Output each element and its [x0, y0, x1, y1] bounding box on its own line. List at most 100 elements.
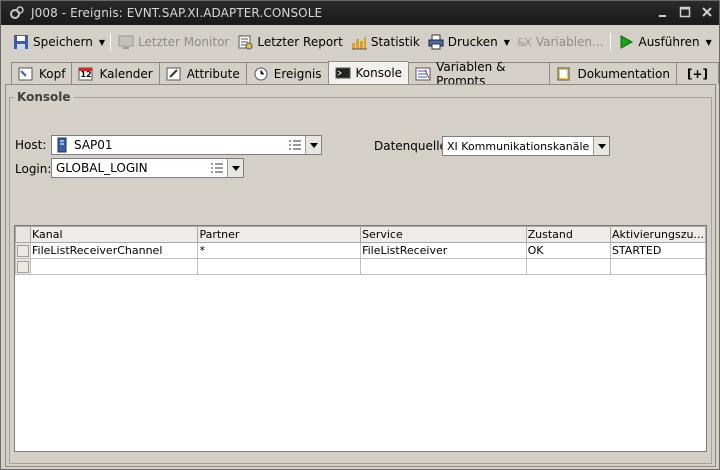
- tab-bar: Kopf 12 Kalender Attribute Ereignis Kons…: [11, 60, 719, 88]
- last-report-button[interactable]: Letzter Report: [233, 31, 346, 53]
- close-icon: [702, 7, 712, 17]
- tab-kalender[interactable]: 12 Kalender: [71, 62, 159, 84]
- column-header-zustand[interactable]: Zustand: [525, 226, 611, 243]
- add-tab-label: [+]: [686, 66, 708, 81]
- list-icon[interactable]: [287, 137, 303, 153]
- statistics-chart-icon: [351, 34, 367, 50]
- row-header-corner: [15, 226, 31, 243]
- print-label: Drucken: [447, 35, 498, 49]
- tab-label: Dokumentation: [577, 66, 670, 81]
- cell-service[interactable]: FileListReceiver: [360, 242, 527, 259]
- datasource-label: Datenquelle:: [374, 139, 451, 153]
- channel-table[interactable]: Kanal Partner Service Zustand Aktivierun…: [14, 225, 707, 452]
- play-icon: [618, 34, 634, 50]
- gears-icon: [9, 5, 25, 21]
- documentation-icon: [556, 67, 572, 81]
- last-report-label: Letzter Report: [257, 35, 343, 49]
- printer-icon: [428, 34, 444, 50]
- window-title: J008 - Ereignis: EVNT.SAP.XI.ADAPTER.CON…: [31, 6, 323, 20]
- datasource-value: XI Kommunikationskanäle: [447, 139, 590, 153]
- save-button[interactable]: Speichern: [9, 31, 97, 53]
- statistics-button[interactable]: Statistik: [347, 31, 424, 53]
- variables-icon: [415, 67, 431, 81]
- print-dropdown-button[interactable]: ▼: [504, 38, 510, 47]
- host-dropdown-button[interactable]: [305, 136, 321, 154]
- channel-grid: Kanal Partner Service Zustand Aktivierun…: [15, 226, 707, 275]
- save-dropdown-button[interactable]: ▼: [99, 38, 105, 47]
- row-header[interactable]: [15, 258, 31, 275]
- tab-attribute[interactable]: Attribute: [158, 62, 246, 84]
- console-icon: [335, 66, 351, 80]
- datasource-select[interactable]: XI Kommunikationskanäle: [442, 136, 610, 156]
- toolbar-separator: [610, 33, 612, 51]
- minimize-icon: [659, 15, 666, 17]
- tab-add[interactable]: [+]: [675, 62, 719, 84]
- tab-ereignis[interactable]: Ereignis: [245, 62, 328, 84]
- monitor-icon: [118, 34, 134, 50]
- login-value: GLOBAL_LOGIN: [56, 161, 148, 175]
- save-label: Speichern: [33, 35, 93, 49]
- maximize-button[interactable]: [677, 4, 693, 20]
- job-window: J008 - Ereignis: EVNT.SAP.XI.ADAPTER.CON…: [0, 0, 720, 470]
- cell-zustand[interactable]: OK: [525, 242, 611, 259]
- chevron-down-icon: [231, 165, 240, 171]
- tab-label: Attribute: [186, 66, 240, 81]
- table-row[interactable]: [15, 258, 707, 275]
- column-header-partner[interactable]: Partner: [197, 226, 362, 243]
- login-dropdown-button[interactable]: [227, 159, 243, 177]
- login-combo[interactable]: GLOBAL_LOGIN: [51, 158, 244, 178]
- tab-dokumentation[interactable]: Dokumentation: [549, 62, 676, 84]
- print-button[interactable]: Drucken: [424, 31, 502, 53]
- tab-label: Konsole: [355, 66, 403, 80]
- cell-kanal[interactable]: [29, 258, 199, 275]
- datasource-dropdown-button[interactable]: [593, 137, 609, 155]
- event-icon: [253, 67, 269, 81]
- variables-button[interactable]: & Variablen...: [512, 31, 608, 53]
- calendar-icon-text: 12: [80, 69, 92, 79]
- toolbar-separator: [110, 33, 112, 51]
- tab-label: Kalender: [99, 66, 153, 81]
- cell-service[interactable]: [360, 258, 527, 275]
- tab-kopf[interactable]: Kopf: [11, 62, 72, 84]
- close-button[interactable]: [699, 4, 715, 20]
- cell-aktivierungszustand[interactable]: [609, 258, 707, 275]
- host-value: SAP01: [74, 138, 113, 152]
- cell-kanal[interactable]: FileListReceiverChannel: [29, 242, 199, 259]
- row-header[interactable]: [15, 242, 31, 259]
- list-icon[interactable]: [209, 160, 225, 176]
- statistics-label: Statistik: [370, 35, 420, 49]
- column-header-service[interactable]: Service: [360, 226, 527, 243]
- tab-variablen-prompts[interactable]: Variablen & Prompts: [408, 60, 550, 88]
- tab-konsole[interactable]: Konsole: [327, 61, 409, 84]
- host-label: Host:: [15, 138, 47, 152]
- title-bar[interactable]: J008 - Ereignis: EVNT.SAP.XI.ADAPTER.CON…: [1, 1, 719, 25]
- tab-label: Ereignis: [273, 66, 322, 81]
- minimize-button[interactable]: [655, 4, 671, 20]
- cell-partner[interactable]: *: [197, 242, 362, 259]
- last-monitor-button[interactable]: Letzter Monitor: [114, 31, 233, 53]
- execute-label: Ausführen: [638, 35, 700, 49]
- column-header-kanal[interactable]: Kanal: [29, 226, 199, 243]
- header-icon: [18, 67, 34, 81]
- variables-icon: &: [516, 34, 532, 50]
- column-header-aktivierungszustand[interactable]: Aktivierungszu...: [609, 226, 707, 243]
- toolbar: Speichern ▼ Letzter Monitor Letzter Repo…: [1, 29, 719, 55]
- chevron-down-icon: [597, 143, 606, 149]
- group-title: Konsole: [14, 90, 74, 104]
- cell-zustand[interactable]: [525, 258, 611, 275]
- cell-partner[interactable]: [197, 258, 362, 275]
- execute-button[interactable]: Ausführen: [614, 31, 703, 53]
- table-row[interactable]: FileListReceiverChannel * FileListReceiv…: [15, 242, 707, 259]
- login-label: Login:: [15, 162, 52, 176]
- table-header-row: Kanal Partner Service Zustand Aktivierun…: [15, 226, 707, 243]
- chevron-down-icon: [309, 142, 318, 148]
- attribute-icon: [166, 67, 182, 81]
- calendar-icon: 12: [78, 67, 94, 81]
- cell-aktivierungszustand[interactable]: STARTED: [609, 242, 707, 259]
- host-combo[interactable]: SAP01: [51, 135, 322, 155]
- execute-dropdown-button[interactable]: ▼: [706, 38, 712, 47]
- tab-label: Kopf: [39, 66, 66, 81]
- server-icon: [56, 137, 70, 153]
- floppy-disk-icon: [13, 34, 29, 50]
- maximize-icon: [679, 6, 691, 18]
